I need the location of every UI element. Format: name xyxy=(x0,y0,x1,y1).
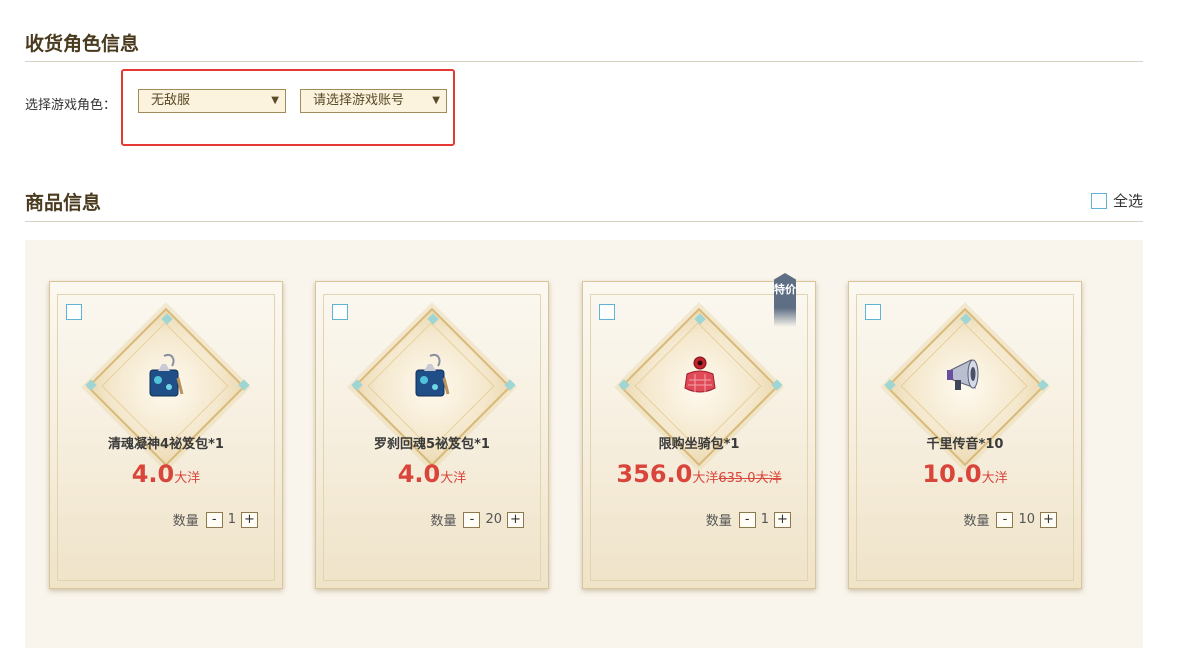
price-row: 4.0大洋 xyxy=(316,460,548,488)
product-card: 千里传音*10 10.0大洋 数量 - 10 + xyxy=(848,281,1082,589)
price: 356.0 xyxy=(616,460,693,488)
select-all-control[interactable]: 全选 xyxy=(1090,190,1143,211)
price-unit: 大洋 xyxy=(440,471,467,486)
quantity-stepper: 数量 - 20 + xyxy=(430,510,524,529)
quantity-stepper: 数量 - 10 + xyxy=(963,510,1057,529)
product-name: 千里传音*10 xyxy=(926,437,1004,452)
product-card: 特价 限购坐骑包*1 356.0大洋635.0大洋 数量 - 1 + xyxy=(582,273,816,589)
highlight-box xyxy=(121,69,455,146)
divider xyxy=(25,221,1143,222)
quantity-label: 数量 xyxy=(963,514,990,529)
special-offer-badge: 特价 xyxy=(774,273,796,327)
product-name: 限购坐骑包*1 xyxy=(658,437,740,452)
increase-button[interactable]: + xyxy=(241,511,258,528)
price: 10.0 xyxy=(922,460,982,488)
blue-gift-bag-icon xyxy=(149,354,184,397)
role-select-label: 选择游戏角色： xyxy=(25,98,117,113)
red-pouch-icon xyxy=(684,356,716,393)
receiver-section-title: 收货角色信息 xyxy=(25,33,140,55)
product-name: 清魂凝神4祕笈包*1 xyxy=(108,437,224,452)
product-checkbox[interactable] xyxy=(865,304,881,320)
price-unit: 大洋 xyxy=(981,471,1008,486)
decrease-button[interactable]: - xyxy=(205,511,223,528)
quantity-stepper: 数量 - 1 + xyxy=(706,510,791,529)
price-unit: 大洋 xyxy=(692,471,719,486)
quantity-label: 数量 xyxy=(430,514,457,529)
product-checkbox[interactable] xyxy=(66,304,82,320)
quantity-value: 1 xyxy=(760,512,769,527)
price-row: 4.0大洋 xyxy=(50,460,282,488)
product-card: 罗刹回魂5祕笈包*1 4.0大洋 数量 - 20 + xyxy=(315,281,549,589)
product-checkbox[interactable] xyxy=(332,304,348,320)
quantity-value: 1 xyxy=(227,512,236,527)
select-all-label: 全选 xyxy=(1112,192,1143,210)
select-all-checkbox[interactable] xyxy=(1090,192,1107,209)
price: 4.0 xyxy=(131,460,175,488)
price-row: 10.0大洋 xyxy=(849,460,1081,488)
goods-section-title: 商品信息 xyxy=(25,192,102,214)
product-name: 罗刹回魂5祕笈包*1 xyxy=(374,437,490,452)
price-unit: 大洋 xyxy=(174,471,201,486)
quantity-value: 20 xyxy=(485,512,502,527)
quantity-stepper: 数量 - 1 + xyxy=(173,510,258,529)
original-price: 635.0大洋 xyxy=(718,471,782,486)
quantity-label: 数量 xyxy=(705,514,732,529)
decrease-button[interactable]: - xyxy=(463,511,481,528)
decrease-button[interactable]: - xyxy=(738,511,756,528)
decrease-button[interactable]: - xyxy=(996,511,1014,528)
divider xyxy=(25,61,1143,62)
price: 4.0 xyxy=(397,460,441,488)
product-card: 清魂凝神4祕笈包*1 4.0大洋 数量 - 1 + xyxy=(49,281,283,589)
quantity-label: 数量 xyxy=(172,514,199,529)
price-row: 356.0大洋635.0大洋 xyxy=(583,460,815,488)
product-checkbox[interactable] xyxy=(599,304,615,320)
increase-button[interactable]: + xyxy=(507,511,524,528)
blue-gift-bag-icon xyxy=(415,354,450,397)
increase-button[interactable]: + xyxy=(774,511,791,528)
increase-button[interactable]: + xyxy=(1040,511,1057,528)
quantity-value: 10 xyxy=(1018,512,1035,527)
megaphone-icon xyxy=(947,359,979,390)
